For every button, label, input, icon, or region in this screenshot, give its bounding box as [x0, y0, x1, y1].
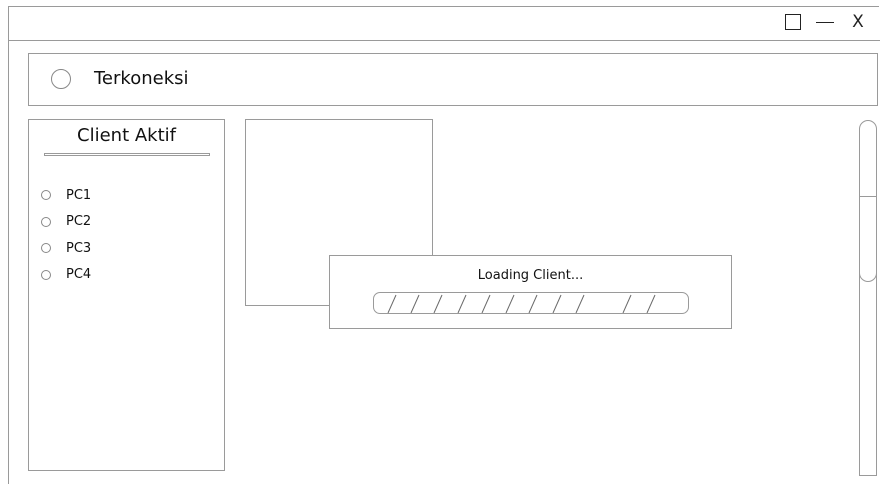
- connection-status-bar: Terkoneksi: [28, 53, 878, 106]
- status-indicator-icon: [51, 69, 71, 89]
- progress-stripes: [387, 294, 656, 313]
- minimize-icon: [816, 21, 834, 23]
- panel-title: Client Aktif: [77, 125, 176, 146]
- vertical-scrollbar[interactable]: [859, 120, 877, 476]
- client-label: PC2: [66, 214, 92, 230]
- client-label: PC3: [66, 240, 92, 256]
- radio-icon[interactable]: [41, 243, 51, 254]
- radio-icon[interactable]: [41, 269, 51, 280]
- maximize-button[interactable]: [783, 12, 803, 32]
- client-item-pc3[interactable]: PC3: [41, 235, 91, 262]
- client-label: PC1: [66, 187, 92, 203]
- client-list: PC1 PC2 PC3 PC4: [41, 182, 91, 288]
- client-item-pc4[interactable]: PC4: [41, 262, 91, 289]
- loading-progress-bar: [373, 292, 689, 314]
- panel-title-underline: [44, 153, 210, 156]
- client-item-pc1[interactable]: PC1: [41, 182, 91, 209]
- minimize-button[interactable]: [814, 12, 836, 32]
- close-button[interactable]: X: [848, 12, 868, 32]
- active-client-panel: Client Aktif PC1 PC2 PC3 PC4: [28, 119, 225, 471]
- maximize-icon: [785, 14, 801, 30]
- titlebar-divider: [8, 40, 880, 41]
- client-item-pc2[interactable]: PC2: [41, 209, 91, 236]
- close-icon: X: [852, 12, 864, 32]
- radio-icon[interactable]: [41, 216, 51, 227]
- loading-dialog: Loading Client...: [329, 255, 732, 329]
- client-label: PC4: [66, 267, 92, 283]
- radio-icon[interactable]: [41, 190, 51, 201]
- connection-status-label: Terkoneksi: [94, 68, 189, 89]
- loading-message: Loading Client...: [477, 268, 584, 283]
- scrollbar-thumb[interactable]: [859, 196, 877, 282]
